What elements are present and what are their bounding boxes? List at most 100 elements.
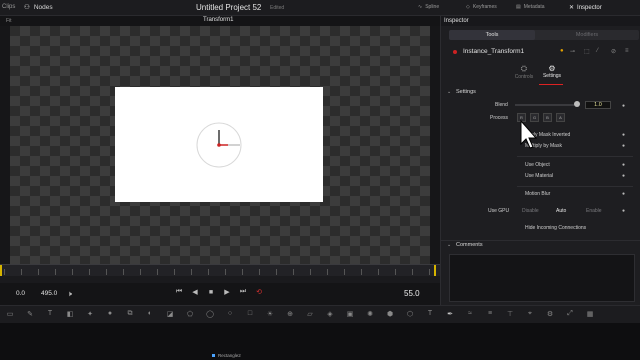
color-corrector-icon[interactable]: ◐: [144, 310, 156, 318]
use-gpu-auto-option[interactable]: Auto: [556, 208, 566, 214]
play-icon[interactable]: ▶: [222, 288, 232, 296]
metadata-tab[interactable]: ▤ Metadata: [516, 4, 545, 10]
settings-section-header[interactable]: ⌄ Settings: [441, 88, 640, 98]
polygon-tool-icon[interactable]: ⬠: [184, 310, 196, 318]
tool-color-icon[interactable]: ●: [560, 48, 564, 54]
node-editor[interactable]: Rectangle2: [0, 323, 640, 360]
keyframes-icon: ◇: [466, 4, 470, 10]
fit-dropdown[interactable]: Fit: [6, 18, 12, 24]
top-menubar: Clips ⚇ Nodes Untitled Project 52 Edited…: [0, 0, 640, 16]
render-end-field[interactable]: 495.0: [41, 290, 57, 297]
tab-tools[interactable]: Tools: [449, 30, 535, 40]
comments-section-header[interactable]: ⌄ Comments: [441, 240, 640, 250]
divider: [517, 156, 633, 157]
blur-tool-icon[interactable]: ●: [104, 310, 116, 318]
transform-tool-icon[interactable]: ⤢: [564, 310, 576, 318]
lines-tool-icon[interactable]: ≡: [484, 310, 496, 318]
multiply-by-mask-dot[interactable]: ●: [622, 143, 625, 149]
pin-tool-icon[interactable]: ⊤: [504, 310, 516, 318]
nodes-tab[interactable]: ⚇ Nodes: [24, 3, 53, 12]
paint-tool-icon[interactable]: ✎: [24, 310, 36, 318]
transform-center-widget[interactable]: [194, 120, 244, 170]
use-gpu-keyframe-dot[interactable]: ●: [622, 208, 625, 214]
rectangle-tool-icon[interactable]: □: [244, 310, 256, 318]
settings-tool-icon[interactable]: ⚙: [544, 310, 556, 318]
end-time-field[interactable]: 55.0: [404, 289, 420, 298]
tool-header-row[interactable]: Instance_Transform1 ● ⊸ ⬚ ⁄ ⊘ ≡: [449, 46, 639, 58]
go-to-end-icon[interactable]: ⏭: [238, 288, 248, 296]
use-material-dot[interactable]: ●: [622, 173, 625, 179]
tool-version-icon[interactable]: ⁄: [597, 48, 598, 54]
clips-tab[interactable]: Clips: [2, 4, 15, 10]
spline-tab[interactable]: ∿ Spline: [418, 4, 439, 10]
use-gpu-disable-option[interactable]: Disable: [522, 208, 539, 214]
use-object-dot[interactable]: ●: [622, 162, 625, 168]
merge-tool-icon[interactable]: ⧉: [124, 310, 136, 318]
inspector-panel: Inspector Tools Modifiers Instance_Trans…: [440, 16, 640, 305]
tool-lock-icon[interactable]: ⬚: [584, 48, 590, 55]
camera3d-tool-icon[interactable]: ▣: [344, 310, 356, 318]
tab-settings[interactable]: ⚙ Settings: [537, 64, 567, 79]
mouse-cursor-icon: [520, 120, 538, 149]
tracker2-tool-icon[interactable]: ⌖: [524, 310, 536, 318]
tab-controls[interactable]: ⛭ Controls: [509, 64, 539, 80]
playback-controls: ⏮ ◀ ■ ▶ ⏭ ⟲: [174, 288, 264, 296]
spline-icon: ∿: [418, 4, 423, 10]
active-tab-underline: [539, 84, 563, 85]
viewer-title: Transform1: [203, 17, 234, 23]
ellipse-tool-icon[interactable]: ○: [224, 310, 236, 318]
merge3d-tool-icon[interactable]: ⬡: [404, 310, 416, 318]
tab-modifiers[interactable]: Modifiers: [535, 30, 639, 40]
speaker-icon[interactable]: 🕨: [67, 289, 72, 299]
viewer-canvas[interactable]: [10, 26, 430, 264]
step-back-icon[interactable]: ◀: [190, 288, 200, 296]
matte-tool-icon[interactable]: ◪: [164, 310, 176, 318]
pen-tool-icon[interactable]: ✒: [444, 310, 456, 318]
tool-reset-icon[interactable]: ⊘: [611, 48, 616, 55]
planar-tool-icon[interactable]: ▱: [304, 310, 316, 318]
blend-slider-handle[interactable]: [574, 101, 580, 107]
grid-tool-icon[interactable]: ▦: [584, 310, 596, 318]
inspector-tabs: Tools Modifiers: [449, 30, 639, 40]
renderer3d-tool-icon[interactable]: ⬢: [384, 310, 396, 318]
blend-slider-track[interactable]: [515, 104, 577, 106]
background-tool-icon[interactable]: ▭: [4, 310, 16, 318]
text-tool-icon[interactable]: T: [44, 310, 56, 318]
comments-input[interactable]: [449, 254, 635, 302]
process-b-checkbox[interactable]: B: [543, 113, 552, 122]
bspline-tool-icon[interactable]: ◯: [204, 310, 216, 318]
motion-blur-checkbox[interactable]: Motion Blur ●: [517, 190, 633, 199]
wave-tool-icon[interactable]: ≈: [464, 310, 476, 318]
motion-blur-dot[interactable]: ●: [622, 191, 625, 197]
rectangle2-node[interactable]: Rectangle2: [212, 353, 241, 358]
tool-link-icon[interactable]: ⊸: [570, 48, 575, 55]
hide-incoming-connections-checkbox[interactable]: Hide Incoming Connections: [517, 224, 633, 233]
loop-icon[interactable]: ⟲: [254, 288, 264, 296]
blend-value-field[interactable]: 1.0: [585, 101, 611, 109]
keyframes-tab[interactable]: ◇ Keyframes: [466, 4, 497, 10]
use-object-checkbox[interactable]: Use Object ●: [517, 161, 633, 170]
apply-mask-inverted-dot[interactable]: ●: [622, 132, 625, 138]
use-gpu-enable-option[interactable]: Enable: [586, 208, 602, 214]
use-material-checkbox[interactable]: Use Material ●: [517, 172, 633, 181]
tool-menu-icon[interactable]: ≡: [625, 48, 629, 54]
blend-keyframe-dot[interactable]: ●: [622, 103, 625, 109]
shape3d-tool-icon[interactable]: ◈: [324, 310, 336, 318]
brightness-tool-icon[interactable]: ☀: [264, 310, 276, 318]
inspector-icon: ✕: [569, 5, 575, 11]
stop-icon[interactable]: ■: [206, 289, 216, 296]
text3d-tool-icon[interactable]: T: [424, 310, 436, 318]
node-name: Rectangle2: [218, 353, 241, 358]
go-to-start-icon[interactable]: ⏮: [174, 288, 184, 296]
particle-tool-icon[interactable]: ✦: [84, 310, 96, 318]
inspector-tab[interactable]: ✕ Inspector: [569, 4, 602, 12]
light3d-tool-icon[interactable]: ✺: [364, 310, 376, 318]
settings-section-title: Settings: [456, 89, 476, 95]
process-a-checkbox[interactable]: A: [556, 113, 565, 122]
time-ruler[interactable]: [0, 264, 440, 277]
gradient-tool-icon[interactable]: ◧: [64, 310, 76, 318]
tracker-tool-icon[interactable]: ⊕: [284, 310, 296, 318]
current-time-field[interactable]: 0.0: [16, 290, 25, 297]
chevron-down-icon: ⌄: [447, 89, 452, 95]
process-control: Process R G B A: [441, 112, 640, 124]
